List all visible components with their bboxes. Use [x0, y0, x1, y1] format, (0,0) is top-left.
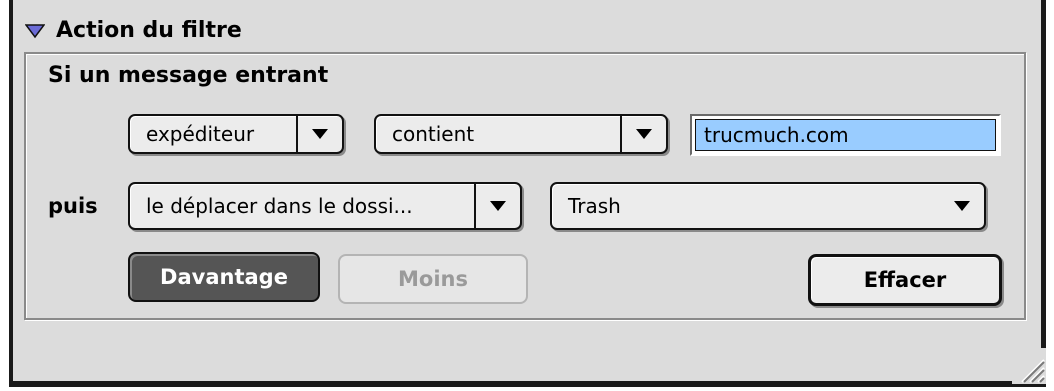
chevron-down-icon	[474, 184, 520, 228]
chevron-down-icon	[296, 116, 342, 152]
disclosure-triangle-icon[interactable]	[24, 20, 46, 42]
field-popup[interactable]: expéditeur	[128, 114, 344, 154]
less-button[interactable]: Moins	[338, 254, 528, 304]
folder-popup[interactable]: Trash	[550, 182, 986, 230]
condition-value-input[interactable]: trucmuch.com	[690, 114, 1001, 156]
outside-area-right	[1046, 0, 1054, 391]
window-border-left	[9, 0, 13, 391]
field-popup-label: expéditeur	[146, 122, 255, 146]
condition-group-title: Si un message entrant	[48, 63, 329, 88]
operator-popup[interactable]: contient	[374, 114, 668, 154]
then-label: puis	[48, 194, 98, 218]
action-popup[interactable]: le déplacer dans le dossi...	[128, 182, 522, 230]
filter-window: Action du filtre Si un message entrant e…	[0, 0, 1054, 391]
chevron-down-icon	[620, 116, 666, 152]
operator-popup-label: contient	[392, 122, 475, 146]
outside-area-bottom	[0, 387, 1054, 391]
clear-button[interactable]: Effacer	[808, 254, 1002, 306]
more-button[interactable]: Davantage	[128, 252, 320, 302]
chevron-down-icon	[940, 184, 984, 228]
section-title: Action du filtre	[56, 18, 242, 43]
action-popup-label: le déplacer dans le dossi...	[146, 194, 413, 218]
outside-area-left	[0, 0, 9, 391]
folder-popup-label: Trash	[568, 194, 621, 218]
condition-value-text: trucmuch.com	[695, 119, 996, 151]
resize-grip-icon[interactable]	[1012, 354, 1046, 384]
